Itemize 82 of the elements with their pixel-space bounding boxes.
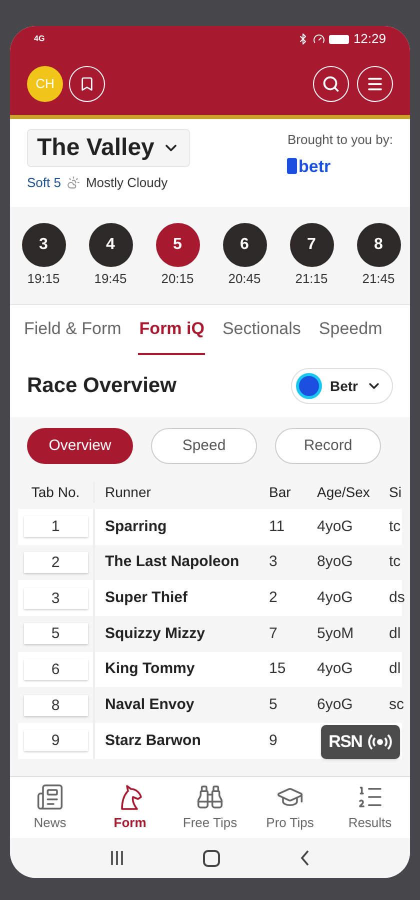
tab[interactable]: Speedm — [318, 305, 384, 355]
clock: 12:29 — [353, 30, 386, 48]
table-cell-text: 15 — [268, 659, 287, 680]
nav-item[interactable]: Pro Tips — [250, 782, 330, 832]
bookmaker-logo-icon — [296, 373, 322, 399]
tab[interactable]: Sectionals — [221, 305, 302, 355]
filter-chip[interactable]: Speed — [151, 428, 257, 464]
nav-item[interactable]: Results — [330, 782, 410, 832]
betr-logo-icon — [287, 158, 298, 174]
column-header: Bar — [268, 482, 292, 502]
tab[interactable]: Field & Form — [23, 305, 122, 355]
tab-number: 8 — [24, 694, 88, 716]
back-icon[interactable] — [298, 850, 311, 866]
newspaper-icon — [36, 782, 64, 811]
home-icon[interactable] — [203, 850, 220, 866]
bookmark-icon — [79, 76, 95, 92]
broadcast-icon — [368, 734, 392, 750]
race-button[interactable]: 3 19:15 — [10, 222, 77, 288]
search-icon — [322, 74, 340, 92]
tab-number: 3 — [24, 588, 88, 609]
table-cell-text: 11 — [268, 516, 286, 537]
table-cell-text: 4yoG — [316, 659, 354, 680]
venue-dropdown[interactable]: The Valley — [27, 129, 190, 167]
table-cell-text: sc — [388, 695, 405, 716]
table-cell-text: tc — [388, 516, 402, 537]
table-cell-text: 2 — [268, 588, 278, 608]
column-header: Tab No. — [18, 482, 95, 502]
filter-chip[interactable]: Overview — [27, 428, 133, 464]
cloud-sun-icon — [66, 176, 80, 190]
search-button[interactable] — [313, 66, 349, 102]
battery-icon — [329, 34, 350, 44]
network-indicator: 4G — [34, 33, 45, 45]
recent-apps-icon[interactable] — [109, 850, 126, 866]
table-cell-text: 3 — [268, 552, 278, 572]
sponsor-label: Brought to you by: — [287, 131, 393, 149]
race-button[interactable]: 5 20:15 — [144, 222, 211, 288]
table-cell-text: 6yoG — [316, 695, 354, 716]
tab-number: 9 — [24, 730, 88, 752]
table-cell-text: dl — [388, 659, 402, 680]
table-cell-text: 5yoM — [316, 624, 355, 644]
table-cell-text: 7 — [268, 624, 278, 644]
tab-number: 6 — [24, 659, 88, 680]
race-button[interactable]: 6 20:45 — [211, 222, 278, 288]
table-cell-text: tc — [388, 552, 402, 572]
bookmaker-dropdown[interactable]: Betr — [290, 368, 393, 404]
race-button[interactable]: 8 21:45 — [345, 222, 410, 288]
table-cell-text: dl — [388, 624, 402, 644]
track-condition: Soft 5 — [27, 174, 61, 192]
column-header: Si — [388, 482, 402, 502]
nav-item[interactable]: Form — [90, 782, 170, 832]
column-header: Runner — [104, 482, 152, 502]
column-header: Age/Sex — [316, 482, 371, 502]
runner-name: Squizzy Mizzy — [104, 624, 206, 644]
table-cell-text: 5 — [268, 695, 278, 716]
runner-name: Starz Barwon — [104, 730, 202, 751]
nav-item[interactable]: Free Tips — [170, 782, 250, 832]
table-cell-text: ds — [388, 588, 406, 608]
binoculars-icon — [196, 782, 224, 811]
tab-number: 1 — [24, 516, 88, 538]
table-cell-text: 8yoG — [316, 552, 354, 572]
runner-name: The Last Napoleon — [104, 552, 240, 572]
section-title: Race Overview — [27, 373, 176, 400]
tab[interactable]: Form iQ — [138, 305, 206, 355]
race-button[interactable]: 4 19:45 — [77, 222, 144, 288]
tab-number: 2 — [24, 552, 88, 574]
nav-item[interactable]: News — [10, 782, 90, 832]
menu-button[interactable] — [357, 66, 393, 102]
runner-name: Super Thief — [104, 588, 189, 608]
bookmark-button[interactable] — [69, 66, 105, 102]
table-cell-text: 9 — [268, 730, 278, 751]
sponsor-name: betr — [298, 156, 331, 178]
tab-number: 5 — [24, 623, 88, 644]
live-audio-badge[interactable]: RSN — [320, 725, 400, 759]
runner-name: Sparring — [104, 516, 168, 537]
race-button[interactable]: 7 21:15 — [278, 222, 345, 288]
weather-text: Mostly Cloudy — [86, 174, 168, 192]
filter-chip[interactable]: Record — [275, 428, 381, 464]
runner-name: Naval Envoy — [104, 695, 196, 716]
table-cell-text: 4yoG — [316, 516, 354, 537]
runner-name: King Tommy — [104, 659, 196, 680]
gauge-icon — [313, 33, 326, 45]
table-cell-text: 4yoG — [316, 588, 354, 608]
